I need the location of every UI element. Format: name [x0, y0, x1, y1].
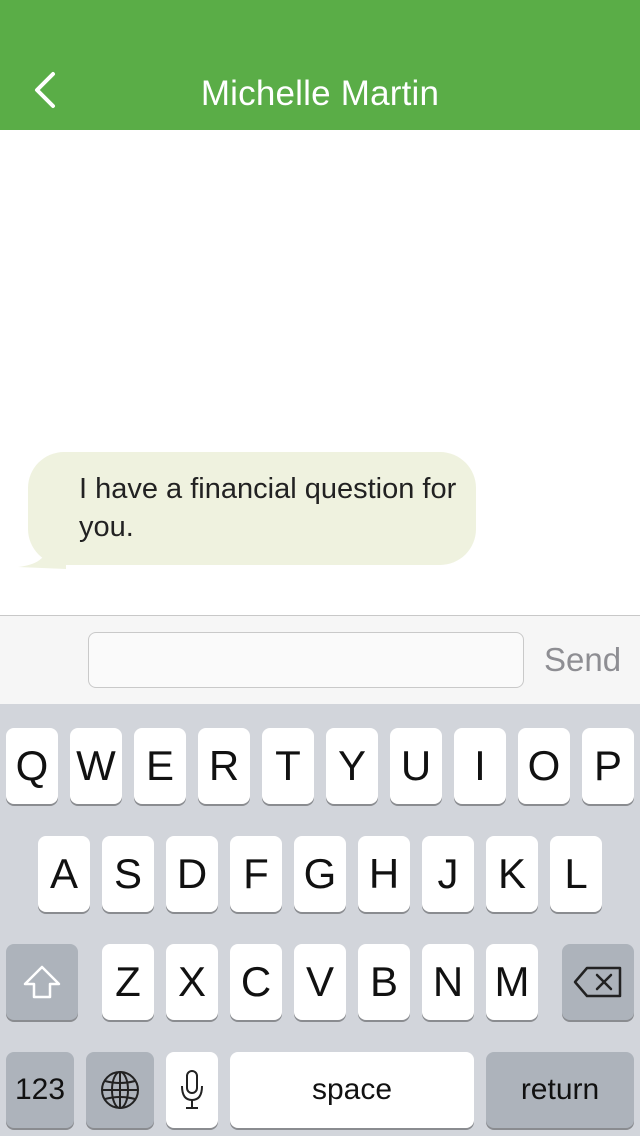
key-s[interactable]: S: [102, 836, 154, 912]
key-z[interactable]: Z: [102, 944, 154, 1020]
compose-bar: Send: [0, 615, 640, 705]
key-y[interactable]: Y: [326, 728, 378, 804]
globe-key[interactable]: [86, 1052, 154, 1128]
key-r[interactable]: R: [198, 728, 250, 804]
space-key[interactable]: space: [230, 1052, 474, 1128]
return-key[interactable]: return: [486, 1052, 634, 1128]
page-title: Michelle Martin: [200, 74, 440, 113]
key-e[interactable]: E: [134, 728, 186, 804]
key-f[interactable]: F: [230, 836, 282, 912]
key-c[interactable]: C: [230, 944, 282, 1020]
message-input[interactable]: [88, 632, 524, 688]
key-w[interactable]: W: [70, 728, 122, 804]
send-button[interactable]: Send: [544, 640, 634, 680]
key-u[interactable]: U: [390, 728, 442, 804]
message-bubble: I have a financial question for you.: [28, 452, 476, 565]
message-text: I have a financial question for you.: [79, 473, 457, 543]
key-x[interactable]: X: [166, 944, 218, 1020]
backspace-key[interactable]: [562, 944, 634, 1020]
key-o[interactable]: O: [518, 728, 570, 804]
key-q[interactable]: Q: [6, 728, 58, 804]
nav-bar: Michelle Martin: [0, 0, 640, 130]
key-m[interactable]: M: [486, 944, 538, 1020]
numbers-key[interactable]: 123: [6, 1052, 74, 1128]
key-t[interactable]: T: [262, 728, 314, 804]
key-n[interactable]: N: [422, 944, 474, 1020]
shift-key[interactable]: [6, 944, 78, 1020]
key-a[interactable]: A: [38, 836, 90, 912]
microphone-icon: [181, 1070, 203, 1109]
key-j[interactable]: J: [422, 836, 474, 912]
globe-icon: [101, 1071, 139, 1109]
backspace-icon: [573, 966, 622, 998]
key-p[interactable]: P: [582, 728, 634, 804]
key-v[interactable]: V: [294, 944, 346, 1020]
key-b[interactable]: B: [358, 944, 410, 1020]
key-g[interactable]: G: [294, 836, 346, 912]
microphone-key[interactable]: [166, 1052, 218, 1128]
key-d[interactable]: D: [166, 836, 218, 912]
key-k[interactable]: K: [486, 836, 538, 912]
shift-icon: [23, 965, 61, 999]
conversation-area: I have a financial question for you.: [0, 130, 640, 615]
key-l[interactable]: L: [550, 836, 602, 912]
key-h[interactable]: H: [358, 836, 410, 912]
key-i[interactable]: I: [454, 728, 506, 804]
keyboard: Q W E R T Y U I O P A S D F G H J K L Z …: [0, 704, 640, 1136]
